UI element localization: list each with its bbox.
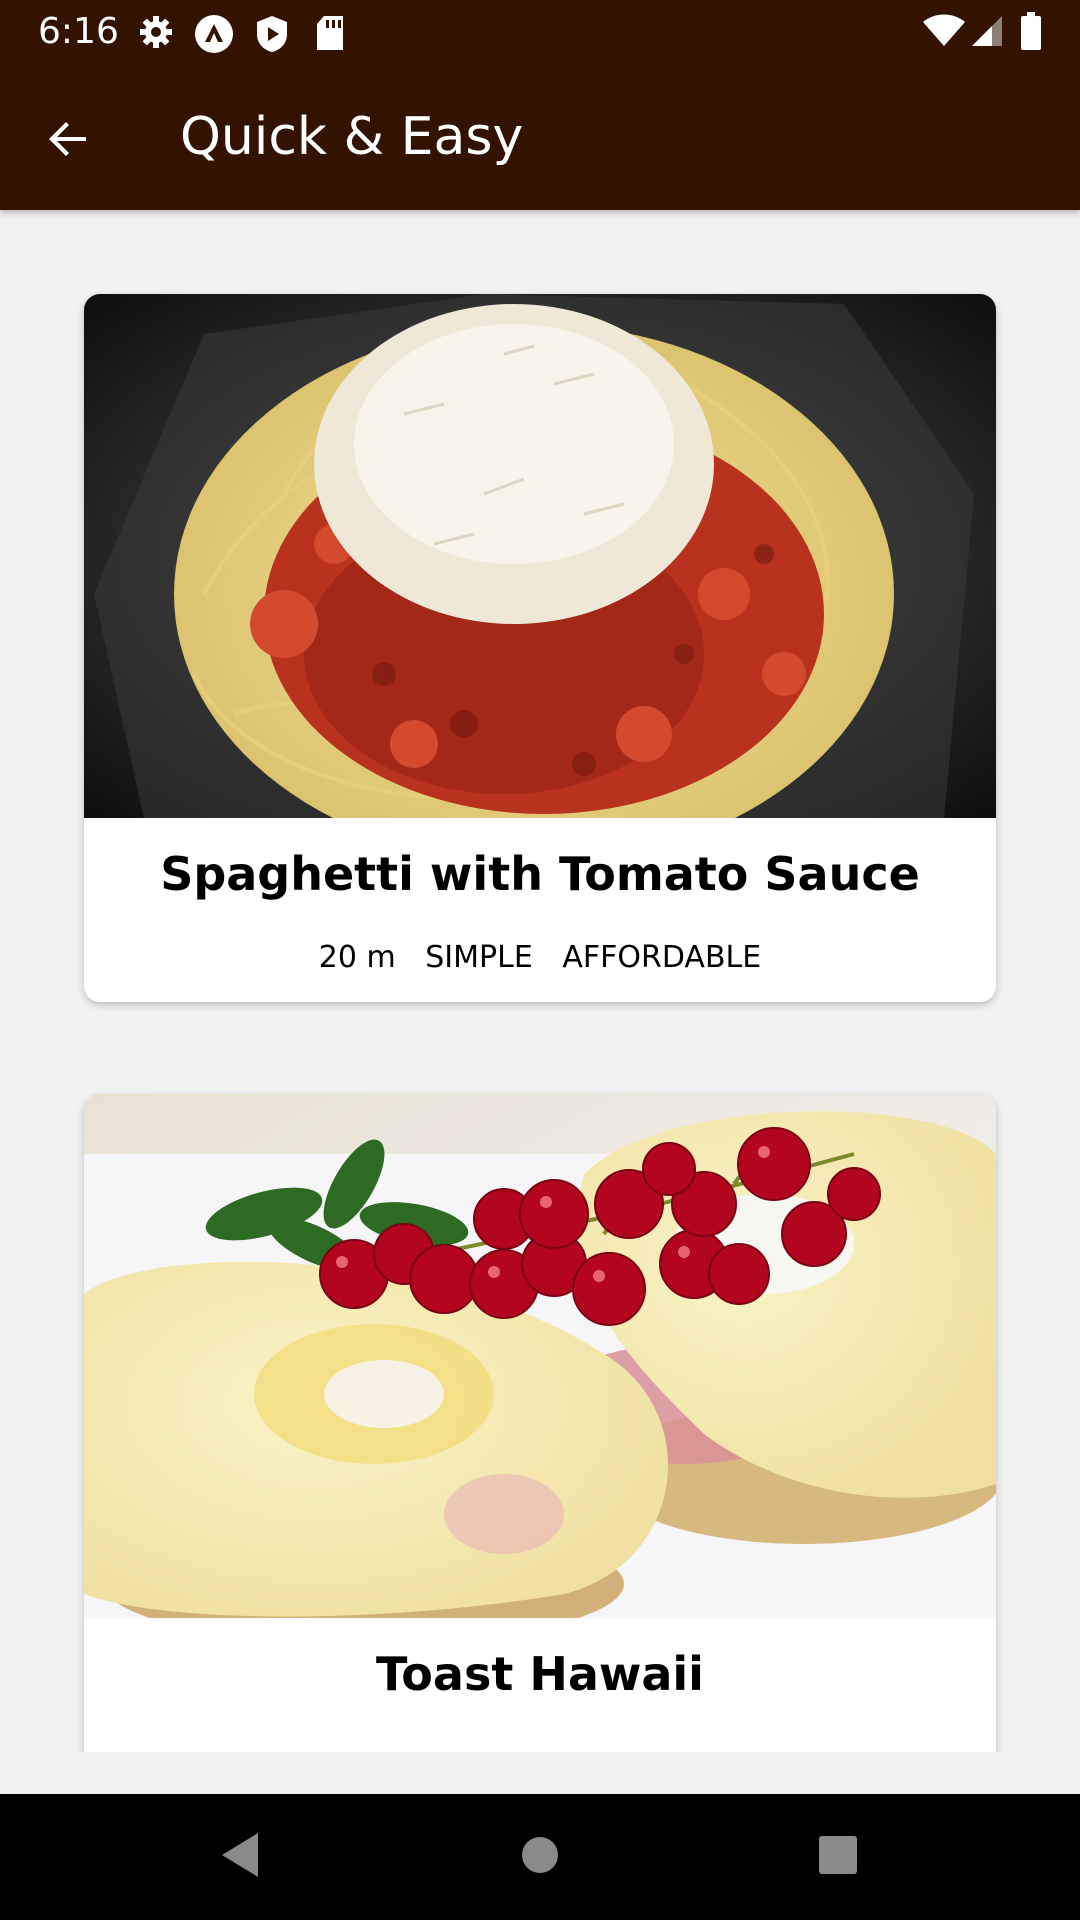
meal-card[interactable]: Spaghetti with Tomato Sauce 20 m SIMPLE … xyxy=(84,294,996,1002)
status-bar: 6:16 xyxy=(0,0,1080,63)
meal-card[interactable]: Toast Hawaii xyxy=(84,1094,996,1752)
recents-square-icon xyxy=(818,1835,858,1880)
app-bar: Quick & Easy xyxy=(0,63,1080,210)
system-nav-bar xyxy=(0,1794,1080,1920)
meal-title: Spaghetti with Tomato Sauce xyxy=(160,847,920,901)
wifi-icon xyxy=(922,14,966,53)
meal-complexity: SIMPLE xyxy=(425,940,533,975)
home-circle-icon xyxy=(520,1835,560,1880)
battery-icon xyxy=(1020,12,1042,55)
page-title: Quick & Easy xyxy=(180,107,524,167)
back-triangle-icon xyxy=(218,1831,262,1884)
meal-image xyxy=(84,294,996,818)
android-auto-icon xyxy=(194,14,234,59)
meal-details: 20 m SIMPLE AFFORDABLE xyxy=(84,902,996,1002)
gear-icon xyxy=(138,14,174,55)
sd-card-icon xyxy=(314,14,346,57)
meal-affordability: AFFORDABLE xyxy=(562,940,762,975)
meal-list[interactable]: Spaghetti with Tomato Sauce 20 m SIMPLE … xyxy=(0,210,1080,1752)
shield-play-icon xyxy=(254,14,290,59)
meal-title: Toast Hawaii xyxy=(376,1647,704,1701)
nav-back-button[interactable] xyxy=(210,1827,270,1887)
meal-image xyxy=(84,1094,996,1618)
back-button[interactable] xyxy=(26,99,110,183)
meal-duration: 20 m xyxy=(318,940,396,975)
arrow-back-icon xyxy=(44,115,92,168)
nav-home-button[interactable] xyxy=(510,1827,570,1887)
nav-recents-button[interactable] xyxy=(808,1827,868,1887)
cellular-signal-icon xyxy=(970,14,1004,53)
status-time: 6:16 xyxy=(38,11,119,52)
